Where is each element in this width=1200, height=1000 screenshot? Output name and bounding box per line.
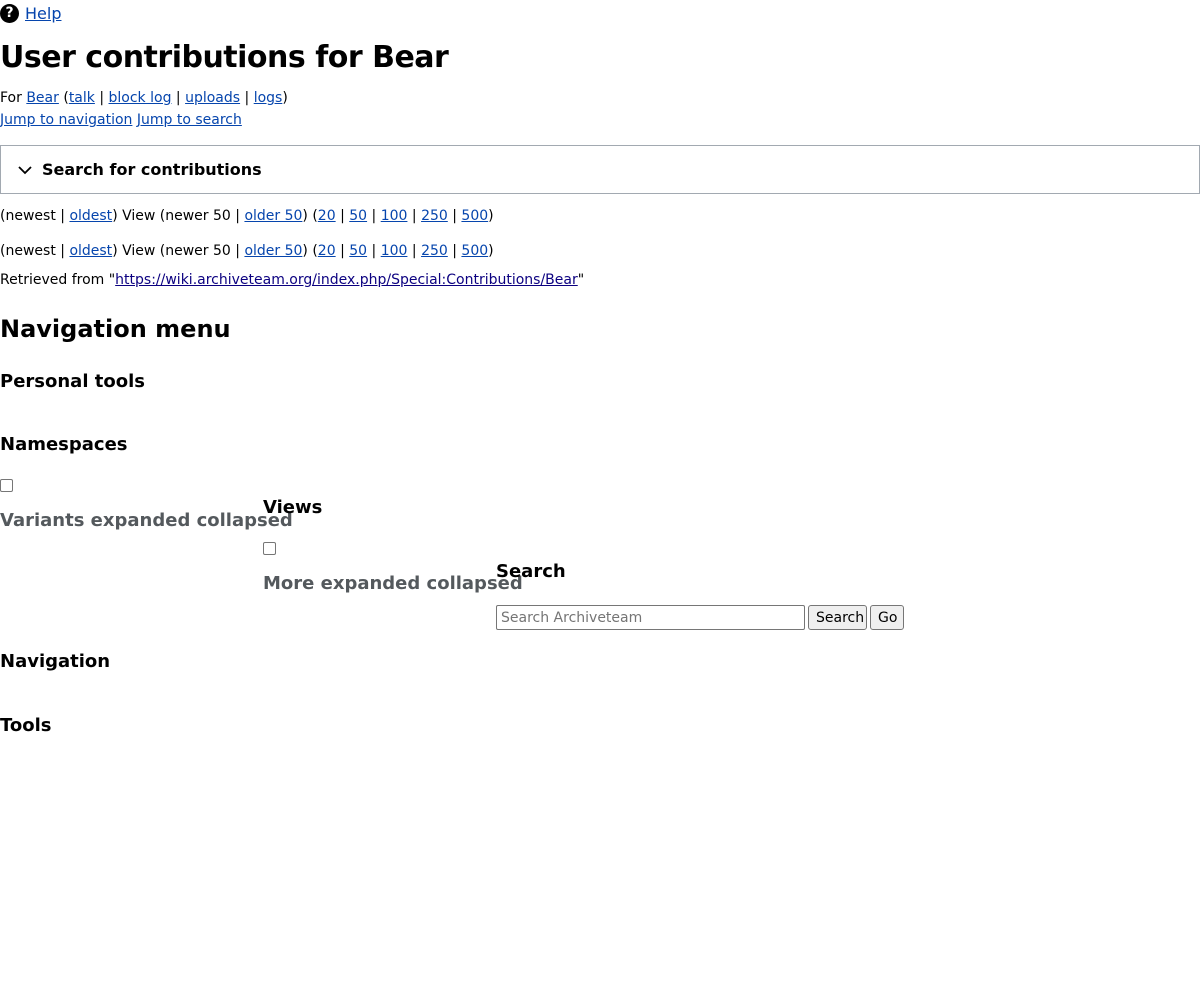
separator: | [371,243,377,259]
separator: | [371,208,377,224]
pager-text: ) ( [302,243,318,259]
pager-bottom: (newest | oldest) View (newer 50 | older… [0,243,494,259]
separator: | [452,243,457,259]
separator: | [244,90,250,106]
pager-count-link[interactable]: 50 [349,208,367,224]
pager-older-link[interactable]: older 50 [244,208,302,224]
user-tools-line: For Bear (talk | block log | uploads | l… [0,90,288,106]
pager-text: ) [488,243,494,259]
tools-heading: Tools [0,715,52,736]
separator: | [175,90,181,106]
navigation-heading: Navigation [0,651,111,672]
pager-oldest-link[interactable]: oldest [69,243,112,259]
pager-oldest-link[interactable]: oldest [69,208,112,224]
namespaces-heading: Namespaces [0,434,128,455]
user-link[interactable]: Bear [26,90,59,106]
views-heading: Views [263,497,323,518]
logs-link[interactable]: logs [254,90,283,106]
pager-count-link[interactable]: 250 [421,208,448,224]
pager-count-link[interactable]: 500 [461,243,488,259]
separator: | [340,208,345,224]
pager-count-link[interactable]: 100 [381,243,408,259]
pager-text: ) View (newer 50 | [112,208,240,224]
jump-to-search-link[interactable]: Jump to search [137,112,242,128]
search-contributions-toggle[interactable]: Search for contributions [0,145,1200,194]
pager-newest: newest [5,208,56,224]
personal-tools-heading: Personal tools [0,371,145,392]
pager-top: (newest | oldest) View (newer 50 | older… [0,208,494,224]
help-link[interactable]: Help [25,4,61,23]
pager-count-link[interactable]: 100 [381,208,408,224]
separator: | [340,243,345,259]
navigation-menu-heading: Navigation menu [0,315,231,343]
pager-newest: newest [5,243,56,259]
retrieved-from: Retrieved from "https://wiki.archiveteam… [0,272,584,288]
pager-count-link[interactable]: 50 [349,243,367,259]
pager-text: ) [488,208,494,224]
pager-count-link[interactable]: 500 [461,208,488,224]
pager-older-link[interactable]: older 50 [244,243,302,259]
go-button[interactable]: Go [870,605,904,630]
search-button[interactable]: Search [808,605,867,630]
pager-text: ) View (newer 50 | [112,243,240,259]
separator: | [411,208,417,224]
retrieved-suffix: " [577,272,585,288]
separator: | [411,243,417,259]
jump-to-navigation-link[interactable]: Jump to navigation [0,112,132,128]
for-prefix: For [0,90,22,106]
pager-text: ) ( [302,208,318,224]
chevron-down-icon [18,163,32,177]
pager-count-link[interactable]: 20 [318,208,336,224]
variants-checkbox[interactable] [0,479,13,492]
separator: | [60,243,65,259]
retrieved-url-link[interactable]: https://wiki.archiveteam.org/index.php/S… [115,272,578,288]
separator: | [60,208,65,224]
talk-link[interactable]: talk [69,90,95,106]
search-contributions-label: Search for contributions [42,160,262,179]
search-input[interactable] [496,605,805,630]
help-row: ? Help [0,2,61,24]
jump-links: Jump to navigation Jump to search [0,112,242,128]
close-paren: ) [282,90,288,106]
separator: | [452,208,457,224]
help-icon[interactable]: ? [0,3,19,23]
variants-heading[interactable]: Variants expanded collapsed [0,510,293,531]
more-checkbox[interactable] [263,542,276,555]
block-log-link[interactable]: block log [109,90,172,106]
pager-count-link[interactable]: 250 [421,243,448,259]
separator: | [99,90,105,106]
page-title: User contributions for Bear [0,40,449,75]
pager-count-link[interactable]: 20 [318,243,336,259]
uploads-link[interactable]: uploads [185,90,240,106]
more-heading[interactable]: More expanded collapsed [263,573,523,594]
search-heading: Search [496,561,566,582]
retrieved-prefix: Retrieved from " [0,272,116,288]
